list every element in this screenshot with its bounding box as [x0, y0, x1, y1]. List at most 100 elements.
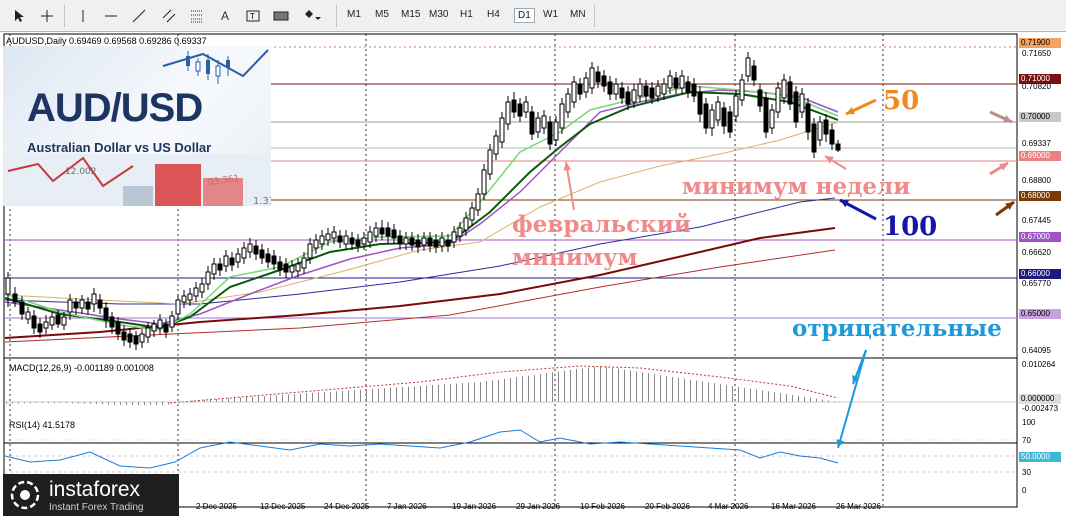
candle-body	[511, 99, 517, 113]
macd-bar	[240, 397, 241, 402]
candle-body	[289, 265, 295, 273]
candle-body	[631, 89, 637, 103]
timeframe-d1[interactable]: D1	[514, 8, 535, 23]
price-label: 0.68800	[1022, 176, 1051, 185]
candle-body	[271, 255, 277, 265]
candle-body	[217, 263, 223, 271]
candle-body	[733, 95, 739, 117]
macd-bar	[516, 377, 517, 402]
candle-body	[169, 315, 175, 328]
timeframe-h1[interactable]: H1	[457, 8, 476, 21]
vertical-line-icon[interactable]	[72, 5, 94, 27]
macd-scale-label: -0.002473	[1022, 404, 1059, 413]
macd-bar	[246, 397, 247, 402]
macd-bar	[804, 396, 805, 402]
cursor-icon[interactable]	[8, 5, 30, 27]
macd-bar	[486, 381, 487, 402]
text-icon[interactable]: A	[214, 5, 236, 27]
date-label: 26 Mar 2026	[836, 502, 881, 511]
candle-body	[607, 81, 613, 95]
rsi-scale-label: 30	[1022, 468, 1031, 477]
price-label: 0.69000	[1019, 151, 1061, 161]
candle-body	[79, 299, 85, 309]
macd-scale-label: 0.010264	[1022, 360, 1056, 369]
candle-body	[613, 83, 619, 95]
macd-bar	[642, 372, 643, 402]
candle-body	[367, 231, 373, 243]
macd-bar	[558, 371, 559, 402]
macd-bar	[576, 369, 577, 402]
candle-body	[355, 239, 361, 247]
macd-bar	[810, 397, 811, 402]
rectangle-icon[interactable]	[270, 5, 292, 27]
date-label: 4 Mar 2026	[708, 502, 749, 511]
macd-label: MACD(12,26,9) -0.001189 0.001008	[9, 363, 154, 373]
macd-bar	[468, 382, 469, 402]
candle-body	[283, 263, 289, 273]
macd-bar	[330, 391, 331, 402]
candle-body	[547, 121, 553, 145]
candle-body	[337, 235, 343, 243]
candle-body	[361, 237, 367, 245]
macd-bar	[606, 366, 607, 402]
candle-body	[253, 245, 259, 255]
macd-bar	[156, 402, 157, 405]
timeframe-m1[interactable]: M1	[344, 8, 364, 21]
macd-bar	[228, 398, 229, 402]
instaforex-icon	[10, 480, 40, 510]
macd-bar	[510, 378, 511, 402]
candle-body	[469, 207, 475, 221]
macd-bar	[612, 367, 613, 402]
timeframe-m30[interactable]: M30	[426, 8, 451, 21]
candle-body	[487, 149, 493, 175]
macd-bar	[300, 393, 301, 402]
macd-bar	[360, 389, 361, 402]
timeframe-h4[interactable]: H4	[484, 8, 503, 21]
channel-icon[interactable]	[158, 5, 180, 27]
timeframe-w1[interactable]: W1	[540, 8, 561, 21]
candle-body	[427, 237, 433, 247]
shapes-icon[interactable]	[302, 5, 324, 27]
macd-bar	[546, 373, 547, 402]
date-label: 10 Feb 2026	[580, 502, 625, 511]
macd-bar	[126, 402, 127, 405]
candle-body	[349, 237, 355, 245]
macd-bar	[498, 379, 499, 402]
candle-body	[115, 321, 121, 335]
candle-body	[559, 103, 565, 129]
candle-body	[373, 227, 379, 237]
brand-name: instaforex	[49, 478, 141, 501]
candle-body	[31, 315, 37, 329]
timeframe-m15[interactable]: M15	[398, 8, 423, 21]
candle-body	[265, 253, 271, 263]
candle-body	[769, 109, 775, 129]
macd-bar	[540, 374, 541, 402]
macd-bar	[264, 395, 265, 402]
label-sma50: 50	[883, 86, 920, 116]
date-label: 24 Dec 2025	[324, 502, 370, 511]
macd-bar	[708, 382, 709, 402]
candle-body	[517, 103, 523, 117]
macd-bar	[756, 389, 757, 402]
candle-body	[421, 237, 427, 246]
timeframe-m5[interactable]: M5	[372, 8, 392, 21]
macd-bar	[258, 396, 259, 402]
macd-bar	[354, 390, 355, 402]
candle-body	[715, 101, 721, 121]
macd-bar	[726, 385, 727, 402]
candle-body	[709, 109, 715, 129]
trendline-icon[interactable]	[128, 5, 150, 27]
timeframe-mn[interactable]: MN	[567, 8, 589, 21]
horizontal-line-icon[interactable]	[100, 5, 122, 27]
banner-title: AUD/USD	[27, 86, 203, 130]
macd-bar	[372, 388, 373, 402]
macd-bar	[564, 370, 565, 402]
crosshair-icon[interactable]	[36, 5, 58, 27]
candle-body	[37, 323, 43, 333]
text-label-icon[interactable]: T	[242, 5, 264, 27]
rsi-scale-label: 100	[1022, 418, 1036, 427]
candle-body	[49, 316, 55, 326]
fibonacci-icon[interactable]	[186, 5, 208, 27]
candle-body	[175, 299, 181, 315]
macd-bar	[162, 402, 163, 405]
